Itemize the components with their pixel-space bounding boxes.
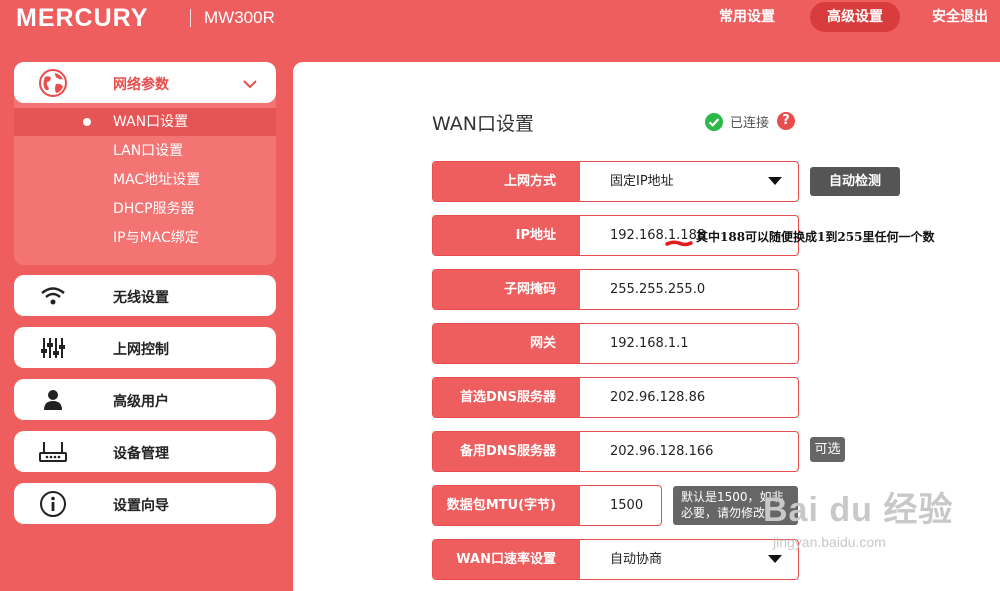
auto-detect-button[interactable]: 自动检测 [810,167,900,196]
router-icon [38,439,68,464]
dropdown-caret-icon[interactable] [768,177,782,185]
sidebar-item-label: 设备管理 [113,446,169,462]
secondary-dns-field[interactable]: 备用DNS服务器 202.96.128.166 [432,431,799,472]
field-label: WAN口速率设置 [433,540,580,579]
field-label: 备用DNS服务器 [433,432,580,471]
sidebar-subitem-wan[interactable]: WAN口设置 [14,108,276,136]
sidebar-item-label: 上网控制 [113,342,169,358]
field-value[interactable]: 192.168.1.188 [610,216,705,255]
sliders-icon [38,335,68,360]
sidebar-item-advanced-user[interactable]: 高级用户 [14,379,276,420]
logo-divider [190,9,191,27]
sidebar-item-network[interactable]: 网络参数 [14,62,276,103]
sidebar-subitem-ip-mac-binding[interactable]: IP与MAC绑定 [14,224,276,252]
baidu-watermark: Bai du 经验 jingyan.baidu.com [763,482,954,550]
help-icon[interactable]: ? [777,112,795,130]
field-value: 固定IP地址 [610,174,674,189]
field-label: 数据包MTU(字节) [433,486,580,525]
sidebar-item-wireless[interactable]: 无线设置 [14,275,276,316]
nav-common-settings[interactable]: 常用设置 [702,2,792,32]
subnet-mask-field[interactable]: 子网掩码 255.255.255.0 [432,269,799,310]
nav-logout[interactable]: 安全退出 [920,2,1000,32]
connection-status: 已连接 [705,112,769,131]
main-panel: WAN口设置 已连接 ? 上网方式 固定IP地址 自动检测 IP地址 192.1… [293,62,1000,591]
field-label: 网关 [433,324,580,363]
page-title: WAN口设置 [432,113,534,135]
field-value[interactable]: 192.168.1.1 [610,324,689,363]
field-label: 上网方式 [433,162,580,201]
globe-icon [38,68,68,97]
model-name: MW300R [204,8,275,27]
wan-speed-select[interactable]: WAN口速率设置 自动协商 [432,539,799,580]
primary-dns-field[interactable]: 首选DNS服务器 202.96.128.86 [432,377,799,418]
watermark-url: jingyan.baidu.com [773,534,886,550]
gateway-field[interactable]: 网关 192.168.1.1 [432,323,799,364]
sidebar-group-network: 网络参数 WAN口设置 LAN口设置 MAC地址设置 DHCP服务器 IP与MA… [14,62,276,265]
sidebar-item-device-management[interactable]: 设备管理 [14,431,276,472]
field-value[interactable]: 202.96.128.86 [610,378,705,417]
sidebar-subitem-dhcp[interactable]: DHCP服务器 [14,195,276,223]
user-icon [38,387,68,412]
check-circle-icon [705,112,723,131]
watermark-logo: Bai du 经验 [763,491,954,529]
mtu-field[interactable]: 数据包MTU(字节) 1500 [432,485,662,526]
sidebar-item-setup-wizard[interactable]: 设置向导 [14,483,276,524]
field-label: 首选DNS服务器 [433,378,580,417]
header: MERCURY MW300R 常用设置 高级设置 安全退出 [0,0,1000,36]
field-label: IP地址 [433,216,580,255]
sidebar-item-label: 设置向导 [113,498,169,514]
red-underline-mark [665,240,693,247]
sidebar-subitem-lan[interactable]: LAN口设置 [14,137,276,165]
sidebar-item-label: 高级用户 [113,394,169,410]
sidebar-item-access-control[interactable]: 上网控制 [14,327,276,368]
optional-badge: 可选 [810,437,845,462]
annotation-text: 其中188可以随便换成1到255里任何一个数 [696,230,935,244]
field-value: 自动协商 [610,552,663,567]
dropdown-caret-icon[interactable] [768,555,782,563]
wifi-icon [38,283,68,308]
sidebar-item-label: 无线设置 [113,290,169,306]
chevron-down-icon[interactable] [242,75,258,94]
active-dot-icon [83,118,91,126]
nav-advanced-settings[interactable]: 高级设置 [810,2,900,32]
status-text: 已连接 [730,116,770,131]
field-value[interactable]: 255.255.255.0 [610,270,705,309]
sidebar-item-label: 网络参数 [113,77,169,93]
brand-logo: MERCURY [16,4,149,32]
connection-type-select[interactable]: 上网方式 固定IP地址 [432,161,799,202]
sidebar-subitem-mac[interactable]: MAC地址设置 [14,166,276,194]
field-value[interactable]: 202.96.128.166 [610,432,713,471]
field-label: 子网掩码 [433,270,580,309]
info-icon [38,490,68,517]
field-value[interactable]: 1500 [610,486,643,525]
